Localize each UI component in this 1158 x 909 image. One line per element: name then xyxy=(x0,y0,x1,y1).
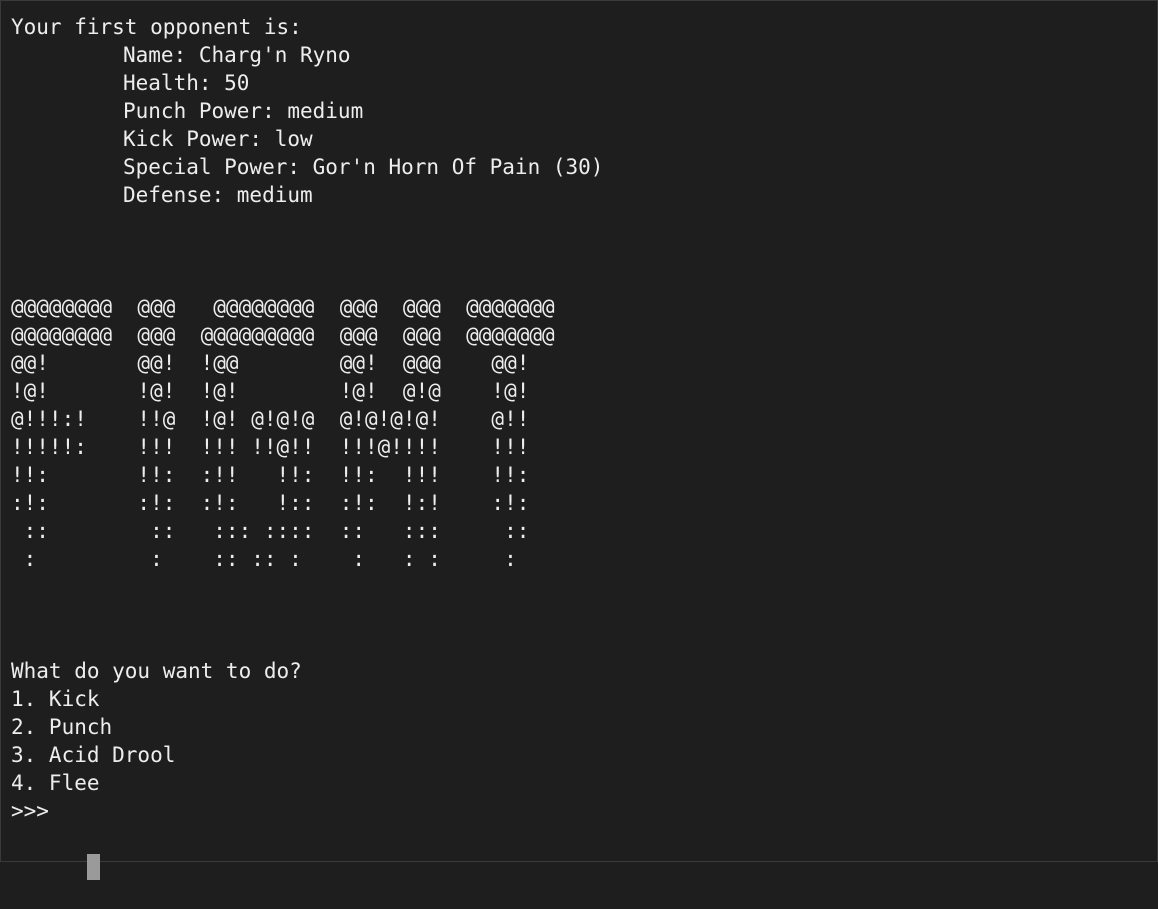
banner-line: @@@@@@@@ @@@ @@@@@@@@ @@@ @@@ @@@@@@@ xyxy=(11,295,555,319)
banner-line: :!: :!: :!: !:: :!: !:! :!: xyxy=(11,491,530,515)
ascii-banner: @@@@@@@@ @@@ @@@@@@@@ @@@ @@@ @@@@@@@ @@… xyxy=(11,293,1149,573)
banner-line: @@! @@! !@@ @@! @@@ @@! xyxy=(11,351,530,375)
banner-line: @@@@@@@@ @@@ @@@@@@@@@ @@@ @@@ @@@@@@@ xyxy=(11,323,555,347)
stat-defense: Defense: medium xyxy=(123,183,313,207)
stat-kick-power: Kick Power: low xyxy=(123,127,313,151)
option-acid-drool: 3. Acid Drool xyxy=(11,743,176,767)
input-line[interactable] xyxy=(11,825,1149,880)
banner-line: !@! !@! !@! !@! @!@ !@! xyxy=(11,379,530,403)
banner-line: !!!!!: !!! !!! !!@!! !!!@!!!! !!! xyxy=(11,435,530,459)
option-kick: 1. Kick xyxy=(11,687,100,711)
terminal-output: Your first opponent is: Name: Charg'n Ry… xyxy=(11,13,1149,880)
banner-line: @!!!:! !!@ !@! @!@!@ @!@!@!@! @!! xyxy=(11,407,530,431)
stat-special-power: Special Power: Gor'n Horn Of Pain (30) xyxy=(123,155,604,179)
text-cursor[interactable] xyxy=(86,854,100,880)
input-prompt: >>> xyxy=(11,799,49,823)
banner-line: :: :: ::: :::: :: ::: :: xyxy=(11,519,530,543)
stat-name: Name: Charg'n Ryno xyxy=(123,43,351,67)
option-flee: 4. Flee xyxy=(11,771,100,795)
banner-line: !!: !!: :!! !!: !!: !!! !!: xyxy=(11,463,530,487)
stat-punch-power: Punch Power: medium xyxy=(123,99,364,123)
option-punch: 2. Punch xyxy=(11,715,113,739)
intro-line: Your first opponent is: xyxy=(11,15,302,39)
action-prompt: What do you want to do? xyxy=(11,659,302,683)
banner-line: : : :: :: : : : : : xyxy=(11,547,517,571)
terminal-window[interactable]: Your first opponent is: Name: Charg'n Ry… xyxy=(0,0,1158,880)
stat-health: Health: 50 xyxy=(123,71,250,95)
